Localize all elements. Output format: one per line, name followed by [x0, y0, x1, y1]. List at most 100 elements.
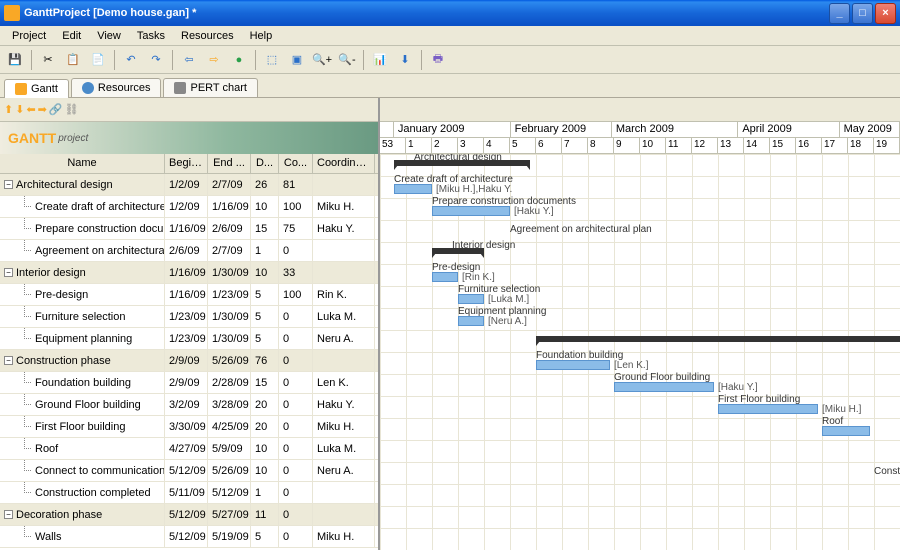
link-icon[interactable]: 🔗 [49, 103, 63, 116]
task-row[interactable]: Furniture selection1/23/091/30/0950Luka … [0, 306, 378, 328]
task-cell-coord [313, 504, 375, 525]
task-row[interactable]: Create draft of architecture1/2/091/16/0… [0, 196, 378, 218]
week-cell: 1 [406, 138, 432, 154]
task-row[interactable]: Prepare construction documents1/16/092/6… [0, 218, 378, 240]
menu-resources[interactable]: Resources [173, 28, 242, 44]
gantt-label: Interior design [452, 240, 515, 251]
task-cell-coord: Rin K. [313, 284, 375, 305]
task-cell-coord: Haku Y. [313, 394, 375, 415]
task-table-pane: ⬆ ⬇ ⬅ ➡ 🔗 ⛓ GANTT project Name Begin d..… [0, 98, 380, 550]
menu-project[interactable]: Project [4, 28, 54, 44]
zoom-fit-icon[interactable]: ⬚ [261, 49, 283, 71]
cut-icon[interactable]: ✂ [37, 49, 59, 71]
expander-icon[interactable]: − [4, 268, 13, 277]
task-row[interactable]: −Interior design1/16/091/30/091033 [0, 262, 378, 284]
gantt-task-bar[interactable] [718, 404, 818, 414]
export-icon[interactable]: ⬇ [394, 49, 416, 71]
gantt-chart[interactable]: Architectural designCreate draft of arch… [380, 154, 900, 550]
gantt-task-bar[interactable] [432, 272, 458, 282]
task-cell-comp: 0 [279, 438, 313, 459]
task-cell-dur: 10 [251, 460, 279, 481]
gantt-task-bar[interactable] [432, 206, 510, 216]
week-cell: 3 [458, 138, 484, 154]
close-button[interactable]: × [875, 3, 896, 24]
task-cell-dur: 10 [251, 438, 279, 459]
gantt-task-bar[interactable] [822, 426, 870, 436]
task-row[interactable]: Foundation building2/9/092/28/09150Len K… [0, 372, 378, 394]
menu-help[interactable]: Help [242, 28, 281, 44]
task-row[interactable]: Connect to communications5/12/095/26/091… [0, 460, 378, 482]
menu-tasks[interactable]: Tasks [129, 28, 173, 44]
tab-gantt[interactable]: Gantt [4, 79, 69, 98]
week-cell: 11 [666, 138, 692, 154]
indent-icon[interactable]: ⬆ [4, 103, 13, 116]
gantt-task-bar[interactable] [536, 360, 610, 370]
copy-icon[interactable]: 📋 [62, 49, 84, 71]
task-row[interactable]: Construction completed5/11/095/12/0910 [0, 482, 378, 504]
expander-icon[interactable]: − [4, 356, 13, 365]
menu-view[interactable]: View [89, 28, 129, 44]
task-row[interactable]: Walls5/12/095/19/0950Miku H. [0, 526, 378, 548]
col-coord[interactable]: Coordinator [313, 154, 375, 173]
forward-icon[interactable]: ⇨ [203, 49, 225, 71]
col-name[interactable]: Name [0, 154, 165, 173]
task-cell-comp: 0 [279, 504, 313, 525]
task-row[interactable]: Pre-design1/16/091/23/095100Rin K. [0, 284, 378, 306]
today-icon[interactable]: ● [228, 49, 250, 71]
task-row[interactable]: −Decoration phase5/12/095/27/09110 [0, 504, 378, 526]
week-cell: 10 [640, 138, 666, 154]
back-icon[interactable]: ⇦ [178, 49, 200, 71]
task-cell-dur: 1 [251, 482, 279, 503]
gantt-summary-bar[interactable] [536, 336, 900, 342]
gantt-task-bar[interactable] [614, 382, 714, 392]
gantt-task-bar[interactable] [458, 294, 484, 304]
minimize-button[interactable]: _ [829, 3, 850, 24]
task-row[interactable]: First Floor building3/30/094/25/09200Mik… [0, 416, 378, 438]
save-icon[interactable]: 💾 [4, 49, 26, 71]
col-d[interactable]: D... [251, 154, 279, 173]
task-cell-coord: Neru A. [313, 460, 375, 481]
task-row[interactable]: Equipment planning1/23/091/30/0950Neru A… [0, 328, 378, 350]
task-cell-end: 5/12/09 [208, 482, 251, 503]
col-co[interactable]: Co... [279, 154, 313, 173]
task-row[interactable]: Ground Floor building3/2/093/28/09200Hak… [0, 394, 378, 416]
expander-icon[interactable]: − [4, 510, 13, 519]
redo-icon[interactable]: ↷ [145, 49, 167, 71]
tab-pert[interactable]: PERT chart [163, 78, 257, 97]
expander-icon[interactable]: − [4, 180, 13, 189]
task-row[interactable]: Agreement on architectural plan2/6/092/7… [0, 240, 378, 262]
task-cell-end: 1/23/09 [208, 284, 251, 305]
unindent-icon[interactable]: ⬅ [26, 103, 35, 116]
task-cell-coord: Miku H. [313, 526, 375, 547]
task-cell-coord: Miku H. [313, 416, 375, 437]
unlink-icon[interactable]: ⛓ [65, 103, 79, 116]
task-row[interactable]: −Architectural design1/2/092/7/092681 [0, 174, 378, 196]
zoom-in-icon[interactable]: 🔍+ [311, 49, 333, 71]
chart-icon[interactable]: 📊 [369, 49, 391, 71]
undo-icon[interactable]: ↶ [120, 49, 142, 71]
indent2-icon[interactable]: ➡ [38, 103, 47, 116]
task-cell-begin: 5/12/09 [165, 504, 208, 525]
print-icon[interactable]: 🖶 [427, 49, 449, 71]
zoom-reset-icon[interactable]: ▣ [286, 49, 308, 71]
window-titlebar: GanttProject [Demo house.gan] * _ □ × [0, 0, 900, 26]
week-cell: 53 [380, 138, 406, 154]
task-cell-dur: 20 [251, 394, 279, 415]
col-begin[interactable]: Begin d... [165, 154, 208, 173]
outdent-icon[interactable]: ⬇ [15, 103, 24, 116]
col-end[interactable]: End ... [208, 154, 251, 173]
task-cell-end: 4/25/09 [208, 416, 251, 437]
maximize-button[interactable]: □ [852, 3, 873, 24]
task-row[interactable]: Roof4/27/095/9/09100Luka M. [0, 438, 378, 460]
zoom-out-icon[interactable]: 🔍- [336, 49, 358, 71]
menu-edit[interactable]: Edit [54, 28, 89, 44]
gantt-label: Agreement on architectural plan [510, 224, 652, 235]
gantt-task-bar[interactable] [394, 184, 432, 194]
tab-resources[interactable]: Resources [71, 78, 162, 97]
gantt-task-bar[interactable] [458, 316, 484, 326]
task-cell-comp: 75 [279, 218, 313, 239]
pert-icon [174, 82, 186, 94]
task-row[interactable]: −Construction phase2/9/095/26/09760 [0, 350, 378, 372]
paste-icon[interactable]: 📄 [87, 49, 109, 71]
task-cell-end: 2/7/09 [208, 240, 251, 261]
